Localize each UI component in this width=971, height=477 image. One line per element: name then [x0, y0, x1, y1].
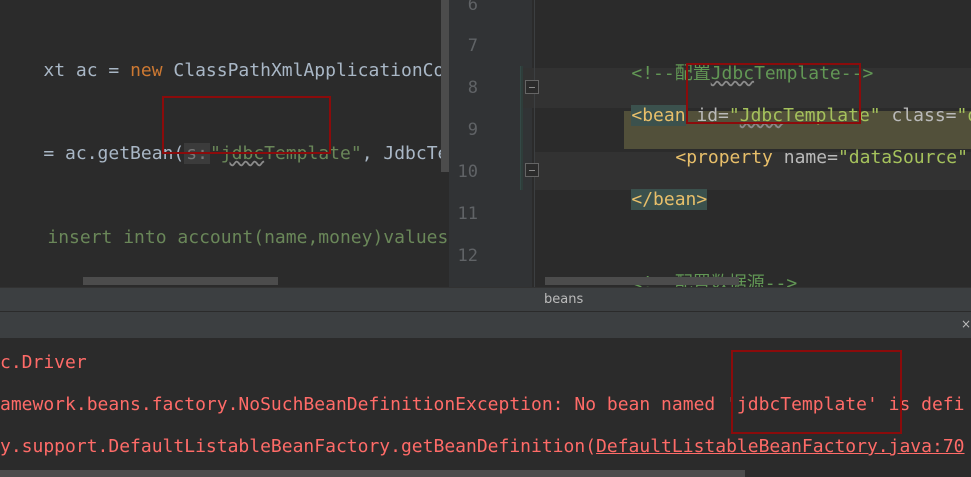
- fold-collapse-icon[interactable]: [525, 80, 539, 94]
- right-editor-pane[interactable]: 6 7 8 9 10 11 12 <!--配置JdbcTemplate--> <…: [452, 0, 971, 287]
- code-text: xt ac =: [43, 60, 131, 81]
- console-line: y.support.DefaultListableBeanFactory.get…: [0, 432, 965, 462]
- code-line-1: xt ac = new ClassPathXmlApplicationConte…: [0, 29, 452, 81]
- breadcrumb-beans[interactable]: beans: [544, 288, 583, 311]
- fold-guide: [520, 66, 523, 190]
- line-number: 6: [467, 0, 478, 15]
- sql-string: insert into account(name,money)values('d…: [47, 227, 452, 248]
- line-number: 8: [467, 78, 478, 98]
- line-number: 10: [457, 162, 478, 182]
- highlight-box: [686, 63, 861, 124]
- keyword-new: new: [130, 60, 163, 81]
- code-text: , JdbcTempla: [361, 143, 452, 164]
- line-number: 12: [457, 246, 478, 266]
- code-text: ClassPathXmlApplicationContex: [173, 60, 452, 81]
- horizontal-scrollbar[interactable]: [83, 277, 278, 285]
- xml-line-7: <!--配置JdbcTemplate-->: [588, 32, 873, 84]
- code-line-3: insert into account(name,money)values('d…: [0, 196, 452, 248]
- console-toolbar: ×: [0, 311, 971, 338]
- fold-end-icon[interactable]: [525, 163, 539, 177]
- gutter-separator: [534, 0, 535, 287]
- close-icon[interactable]: ×: [961, 317, 971, 331]
- stacktrace-link[interactable]: DefaultListableBeanFactory.java:70: [596, 436, 964, 457]
- attribute-name: name=: [772, 147, 838, 168]
- horizontal-scrollbar[interactable]: [0, 470, 745, 477]
- highlight-box: [162, 96, 331, 154]
- vertical-scrollbar[interactable]: [441, 0, 449, 172]
- console-text: y.support.DefaultListableBeanFactory.get…: [0, 436, 597, 457]
- xml-line-12: <!--配置数据源-->: [588, 242, 797, 287]
- bean-close-tag: </bean>: [631, 189, 708, 210]
- attribute-value: "dataSource": [837, 147, 968, 168]
- line-number: 11: [457, 204, 478, 224]
- line-number: 9: [467, 120, 478, 140]
- editor-breadcrumb-bar: beans: [0, 287, 971, 311]
- highlight-box: [731, 350, 902, 434]
- console-line: c.Driver: [0, 352, 87, 373]
- horizontal-scrollbar[interactable]: [545, 277, 739, 285]
- xml-line-10: </bean>: [588, 158, 708, 210]
- line-number: 7: [467, 36, 478, 56]
